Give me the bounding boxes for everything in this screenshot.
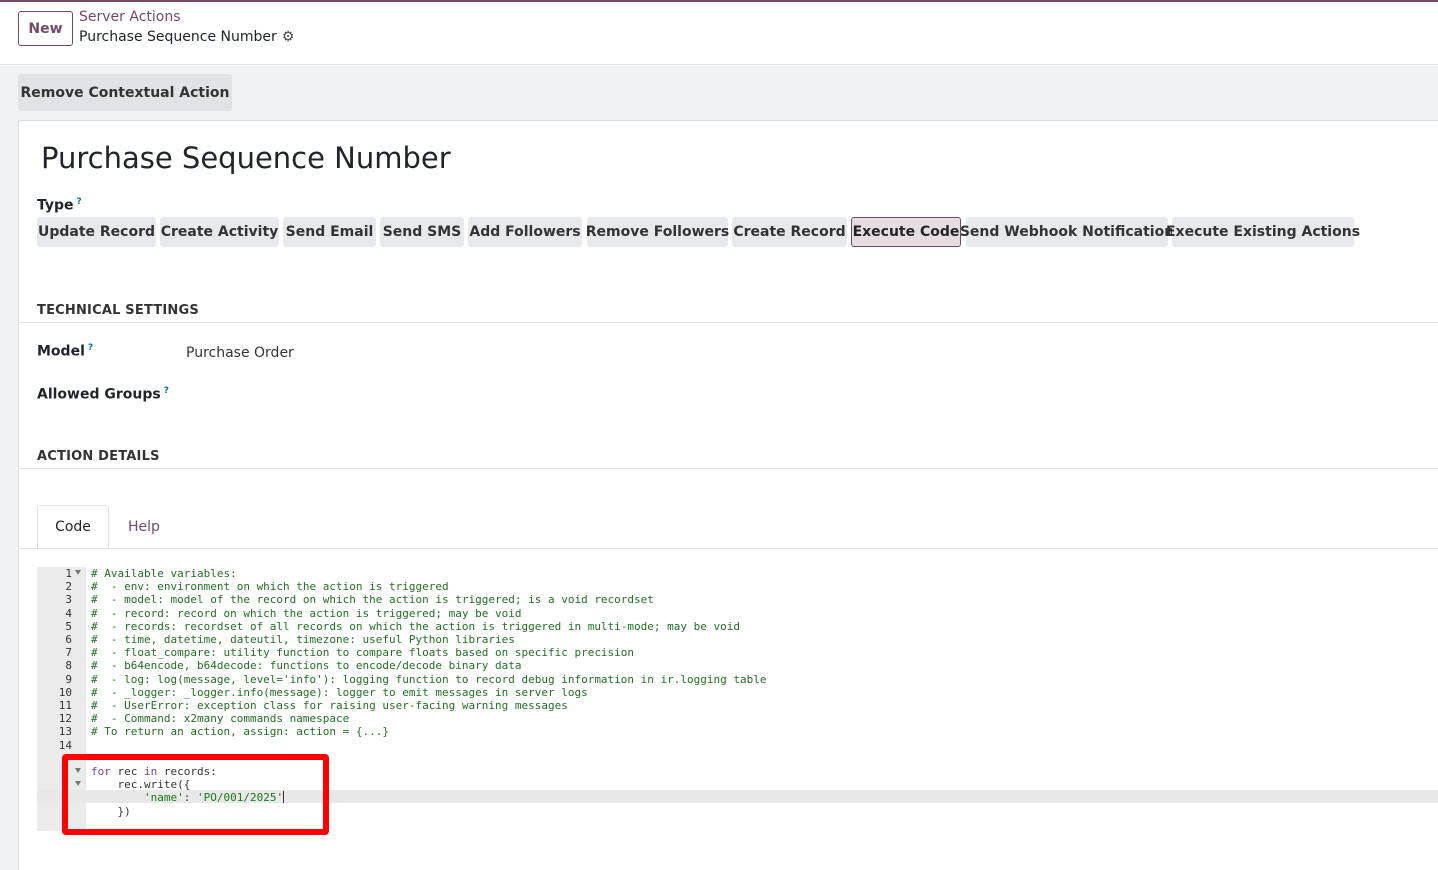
code-line: 5 # - records: recordset of all records o… (37, 620, 1438, 633)
allowed-groups-label: Allowed Groups? (37, 386, 169, 403)
breadcrumb-server-actions[interactable]: Server Actions (79, 9, 181, 25)
help-tooltip-icon[interactable]: ? (88, 343, 93, 353)
model-value[interactable]: Purchase Order (186, 345, 294, 361)
fold-arrow-icon[interactable] (75, 570, 81, 575)
type-remove-followers[interactable]: Remove Followers (586, 217, 729, 247)
line-number: 14 (58, 738, 72, 752)
model-label: Model? (37, 343, 93, 360)
technical-settings-heading: TECHNICAL SETTINGS (37, 303, 199, 318)
line-number: 10 (58, 685, 72, 699)
content-area: Remove Contextual Action Purchase Sequen… (0, 66, 1438, 870)
text-cursor (283, 791, 285, 804)
type-send-email[interactable]: Send Email (283, 217, 376, 247)
code-line: 1 # Available variables: (37, 567, 1438, 580)
help-tooltip-icon[interactable]: ? (77, 197, 82, 207)
code-text: 'name': 'PO/001/2025' (143, 791, 285, 805)
line-number: 3 (65, 593, 72, 607)
code-text: # - model: model of the record on which … (91, 593, 654, 607)
breadcrumb-current-label: Purchase Sequence Number (79, 29, 277, 45)
code-line: 13 # To return an action, assign: action … (37, 725, 1438, 738)
code-line: 4 # - record: record on which the action … (37, 607, 1438, 620)
breadcrumb-current: Purchase Sequence Number ⚙ (79, 29, 294, 45)
line-number: 4 (65, 606, 72, 620)
code-text: # - _logger: _logger.info(message): logg… (91, 685, 588, 699)
remove-contextual-action-button[interactable]: Remove Contextual Action (18, 74, 232, 111)
code-text: # - Command: x2many commands namespace (91, 712, 350, 726)
gear-icon[interactable]: ⚙ (282, 29, 295, 45)
code-text: rec.write({ (91, 778, 191, 792)
code-text: # Available variables: (91, 567, 237, 580)
code-text: # - log: log(message, level='info'): log… (91, 672, 767, 686)
code-text: }) (91, 804, 131, 818)
code-editor[interactable]: 1 # Available variables: 2 # - env: enviro… (37, 567, 1438, 831)
line-number: 1 (65, 567, 72, 580)
code-text: # - UserError: exception class for raisi… (91, 699, 568, 712)
code-line: 6 # - time, datetime, dateutil, timezone:… (37, 633, 1438, 646)
type-send-webhook[interactable]: Send Webhook Notification (960, 217, 1174, 247)
line-number: 7 (65, 646, 72, 660)
type-label-text: Type (37, 197, 74, 214)
code-line: }) (37, 805, 1438, 818)
line-number: 2 (65, 580, 72, 594)
page-title: Purchase Sequence Number (41, 141, 451, 175)
tab-underline (19, 548, 1438, 549)
line-number: 8 (65, 659, 72, 673)
divider (19, 468, 1438, 469)
code-text: # To return an action, assign: action = … (91, 725, 390, 739)
action-details-heading: ACTION DETAILS (37, 449, 160, 464)
allowed-groups-label-text: Allowed Groups (37, 386, 161, 403)
new-button[interactable]: New (18, 11, 73, 46)
line-number: 12 (58, 712, 72, 726)
form-sheet: Purchase Sequence Number Type? Update Re… (18, 120, 1438, 870)
fold-arrow-icon[interactable] (75, 781, 81, 787)
code-text: # - float_compare: utility function to c… (91, 646, 635, 660)
code-line: 10 # - _logger: _logger.info(message): lo… (37, 686, 1438, 699)
line-number: 13 (58, 725, 72, 739)
code-text: # - env: environment on which the action… (91, 580, 449, 594)
type-execute-code[interactable]: Execute Code (851, 217, 961, 247)
divider (19, 322, 1438, 323)
line-number: 5 (65, 619, 72, 633)
code-line: 3 # - model: model of the record on which… (37, 593, 1438, 606)
code-line: 'name': 'PO/001/2025' (37, 791, 1438, 804)
type-send-sms[interactable]: Send SMS (380, 217, 464, 247)
tab-help[interactable]: Help (113, 505, 175, 549)
code-text: # - b64encode, b64decode: functions to e… (91, 659, 522, 673)
type-update-record[interactable]: Update Record (37, 217, 156, 247)
type-execute-existing[interactable]: Execute Existing Actions (1166, 217, 1360, 247)
type-add-followers[interactable]: Add Followers (468, 217, 582, 247)
line-number: 11 (58, 699, 72, 712)
code-line: rec.write({ (37, 778, 1438, 791)
code-text: for rec in records: (91, 765, 217, 778)
code-line: for rec in records: (37, 765, 1438, 778)
type-create-record[interactable]: Create Record (732, 217, 847, 247)
code-text: # - records: recordset of all records on… (91, 619, 741, 633)
type-create-activity[interactable]: Create Activity (160, 217, 279, 247)
code-line: 14 (37, 739, 1438, 752)
code-line: 12 # - Command: x2many commands namespace (37, 712, 1438, 725)
code-line: 8 # - b64encode, b64decode: functions to … (37, 659, 1438, 672)
code-line: 9 # - log: log(message, level='info'): lo… (37, 673, 1438, 686)
fold-arrow-icon[interactable] (75, 768, 81, 773)
tab-code[interactable]: Code (37, 505, 109, 549)
line-number: 6 (65, 633, 72, 646)
model-label-text: Model (37, 343, 85, 360)
line-number: 9 (65, 672, 72, 686)
help-tooltip-icon[interactable]: ? (164, 386, 169, 396)
code-line: 2 # - env: environment on which the actio… (37, 580, 1438, 593)
code-text: # - record: record on which the action i… (91, 606, 522, 620)
code-line: 11 # - UserError: exception class for rai… (37, 699, 1438, 712)
type-label: Type? (37, 197, 82, 214)
code-line: 7 # - float_compare: utility function to … (37, 646, 1438, 659)
control-panel: New Server Actions Purchase Sequence Num… (0, 2, 1438, 65)
code-text: # - time, datetime, dateutil, timezone: … (91, 633, 515, 646)
